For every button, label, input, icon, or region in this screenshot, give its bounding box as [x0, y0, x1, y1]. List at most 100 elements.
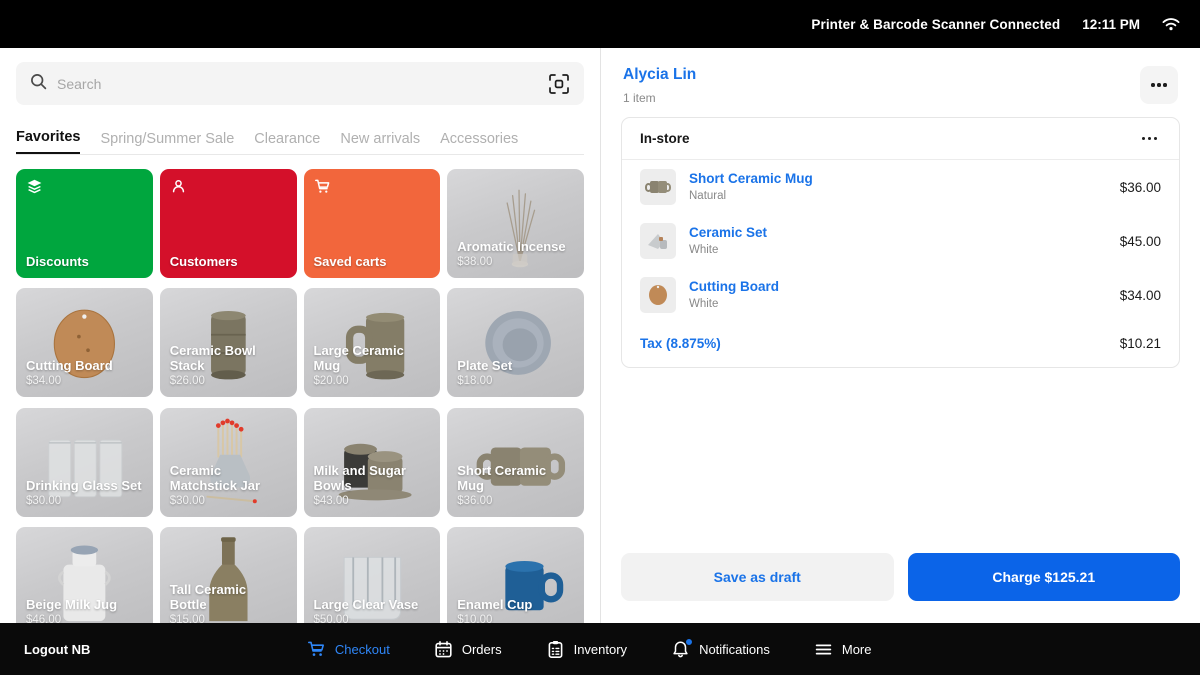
in-store-cart-card: In-store Short	[621, 117, 1180, 368]
nav-items: Checkout Orders	[90, 640, 1088, 659]
in-store-overflow-button[interactable]	[1138, 133, 1162, 145]
tile-customers[interactable]: Customers	[160, 169, 297, 278]
logout-button[interactable]: Logout NB	[24, 642, 90, 657]
product-tile-milk-and-sugar-bowls[interactable]: Milk and Sugar Bowls $43.00	[304, 408, 441, 517]
search-bar[interactable]	[16, 62, 584, 105]
hardware-status-text: Printer & Barcode Scanner Connected	[811, 17, 1060, 32]
product-price: $30.00	[26, 494, 143, 508]
line-item-details: Ceramic Set White	[689, 224, 1107, 258]
product-price: $18.00	[457, 374, 574, 388]
product-price: $26.00	[170, 374, 287, 388]
layers-icon	[26, 178, 43, 200]
nav-item-label: Notifications	[699, 642, 770, 657]
tab-accessories[interactable]: Accessories	[440, 131, 518, 154]
line-item-details: Cutting Board White	[689, 278, 1107, 312]
cart-actions: Save as draft Charge $125.21	[601, 553, 1200, 623]
cart-line-item[interactable]: Cutting Board White $34.00	[622, 268, 1179, 322]
nav-item-label: More	[842, 642, 872, 657]
tab-favorites[interactable]: Favorites	[16, 129, 80, 154]
product-name: Beige Milk Jug	[26, 597, 143, 612]
product-price: $46.00	[26, 613, 143, 623]
product-tile-short-ceramic-mug[interactable]: Short Ceramic Mug $36.00	[447, 408, 584, 517]
product-grid: Discounts Customers	[16, 169, 584, 623]
tile-saved-carts[interactable]: Saved carts	[304, 169, 441, 278]
nav-item-orders[interactable]: Orders	[434, 640, 502, 659]
product-tile-drinking-glass-set[interactable]: Drinking Glass Set $30.00	[16, 408, 153, 517]
product-price: $10.00	[457, 613, 574, 623]
category-tabs: Favorites Spring/Summer Sale Clearance N…	[16, 124, 584, 155]
line-item-name[interactable]: Cutting Board	[689, 278, 1107, 295]
wifi-icon	[1160, 16, 1182, 32]
product-tile-aromatic-incense[interactable]: Aromatic Incense $38.00	[447, 169, 584, 278]
in-store-title: In-store	[640, 131, 1138, 146]
product-name: Enamel Cup	[457, 597, 574, 612]
cart-item-count: 1 item	[623, 91, 1140, 105]
cart-icon	[307, 640, 326, 659]
nav-item-notifications[interactable]: Notifications	[671, 640, 770, 659]
product-price: $50.00	[314, 613, 431, 623]
product-name: Tall Ceramic Bottle	[170, 582, 287, 612]
cart-line-item[interactable]: Ceramic Set White $45.00	[622, 214, 1179, 268]
product-tile-beige-milk-jug[interactable]: Beige Milk Jug $46.00	[16, 527, 153, 623]
notification-badge	[685, 638, 693, 646]
line-item-name[interactable]: Ceramic Set	[689, 224, 1107, 241]
clipboard-icon	[546, 640, 565, 659]
tab-clearance[interactable]: Clearance	[254, 131, 320, 154]
in-store-header: In-store	[622, 118, 1179, 160]
line-item-thumbnail	[640, 277, 676, 313]
line-item-variant: Natural	[689, 188, 1107, 204]
product-tile-cutting-board[interactable]: Cutting Board $34.00	[16, 288, 153, 397]
search-icon	[30, 73, 47, 95]
product-name: Plate Set	[457, 358, 574, 373]
product-tile-tall-ceramic-bottle[interactable]: Tall Ceramic Bottle $15.00	[160, 527, 297, 623]
product-tile-large-ceramic-mug[interactable]: Large Ceramic Mug $20.00	[304, 288, 441, 397]
barcode-scan-icon[interactable]	[546, 71, 572, 97]
bottom-nav: Logout NB Checkout	[0, 623, 1200, 675]
product-tile-ceramic-matchstick-jar[interactable]: Ceramic Matchstick Jar $30.00	[160, 408, 297, 517]
tab-new-arrivals[interactable]: New arrivals	[340, 131, 420, 154]
shopping-cart-icon	[314, 178, 331, 200]
tile-label: Discounts	[26, 254, 143, 269]
cart-overflow-button[interactable]	[1140, 66, 1178, 104]
product-price: $30.00	[170, 494, 287, 508]
product-price: $36.00	[457, 494, 574, 508]
calendar-icon	[434, 640, 453, 659]
product-tile-large-clear-vase[interactable]: Large Clear Vase $50.00	[304, 527, 441, 623]
product-price: $43.00	[314, 494, 431, 508]
charge-button[interactable]: Charge $125.21	[908, 553, 1181, 601]
product-name: Ceramic Matchstick Jar	[170, 463, 287, 493]
nav-item-inventory[interactable]: Inventory	[546, 640, 627, 659]
product-tile-plate-set[interactable]: Plate Set $18.00	[447, 288, 584, 397]
customer-block: Alycia Lin 1 item	[623, 66, 1140, 105]
product-price: $15.00	[170, 613, 287, 623]
nav-item-checkout[interactable]: Checkout	[307, 640, 390, 659]
cart-line-item[interactable]: Short Ceramic Mug Natural $36.00	[622, 160, 1179, 214]
product-name: Short Ceramic Mug	[457, 463, 574, 493]
product-tile-enamel-cup[interactable]: Enamel Cup $10.00	[447, 527, 584, 623]
nav-item-label: Checkout	[335, 642, 390, 657]
product-tile-ceramic-bowl-stack[interactable]: Ceramic Bowl Stack $26.00	[160, 288, 297, 397]
product-name: Drinking Glass Set	[26, 478, 143, 493]
product-price: $20.00	[314, 374, 431, 388]
tile-label: Saved carts	[314, 254, 431, 269]
line-item-price: $36.00	[1120, 180, 1161, 195]
catalog-pane: Favorites Spring/Summer Sale Clearance N…	[0, 48, 600, 623]
save-as-draft-button[interactable]: Save as draft	[621, 553, 894, 601]
product-price: $34.00	[26, 374, 143, 388]
search-input[interactable]	[57, 76, 536, 92]
hamburger-menu-icon	[814, 640, 833, 659]
pos-app: Printer & Barcode Scanner Connected 12:1…	[0, 0, 1200, 675]
line-item-name[interactable]: Short Ceramic Mug	[689, 170, 1107, 187]
customer-name[interactable]: Alycia Lin	[623, 66, 1140, 84]
cart-header: Alycia Lin 1 item	[601, 48, 1200, 117]
nav-item-label: Orders	[462, 642, 502, 657]
tile-discounts[interactable]: Discounts	[16, 169, 153, 278]
nav-item-more[interactable]: More	[814, 640, 872, 659]
cart-pane: Alycia Lin 1 item In-store	[600, 48, 1200, 623]
bell-icon	[671, 640, 690, 659]
line-item-variant: White	[689, 296, 1107, 312]
tab-spring-summer-sale[interactable]: Spring/Summer Sale	[100, 131, 234, 154]
nav-item-label: Inventory	[574, 642, 627, 657]
line-item-price: $45.00	[1120, 234, 1161, 249]
tax-label[interactable]: Tax (8.875%)	[640, 336, 1120, 351]
